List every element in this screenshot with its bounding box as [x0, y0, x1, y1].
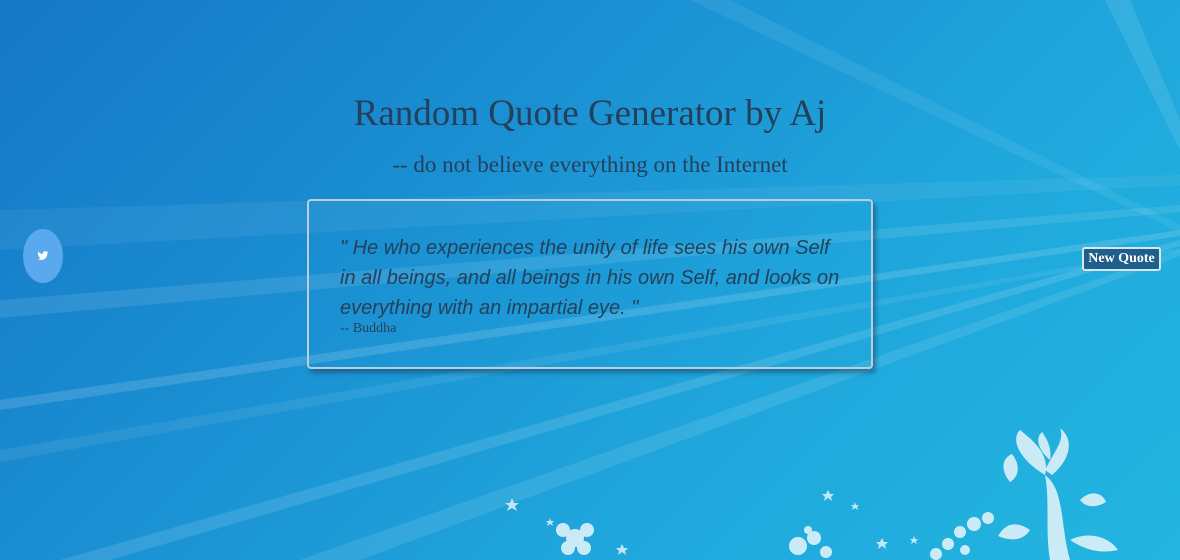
page-title: Random Quote Generator by Aj [353, 93, 827, 134]
tweet-button[interactable] [23, 229, 63, 283]
quote-box: " He who experiences the unity of life s… [307, 199, 873, 369]
quote-author: -- Buddha [340, 321, 397, 336]
page-subtitle: -- do not believe everything on the Inte… [392, 152, 788, 177]
new-quote-button[interactable]: New Quote [1082, 247, 1161, 271]
quote-text: " He who experiences the unity of life s… [340, 237, 840, 319]
twitter-bird-icon [37, 250, 49, 262]
decorative-floral-pattern [505, 428, 1118, 560]
